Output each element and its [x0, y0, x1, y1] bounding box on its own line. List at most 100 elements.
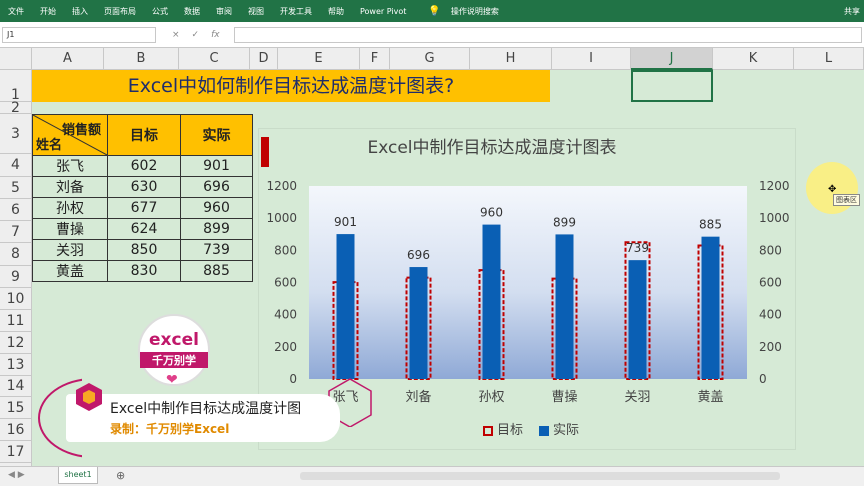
fx-icon[interactable]: fx	[211, 30, 220, 40]
x-category-label: 刘备	[405, 389, 431, 405]
column-header-e[interactable]: E	[278, 48, 360, 70]
add-sheet-icon[interactable]: ⊕	[116, 469, 125, 482]
sheet-nav-arrows-icon[interactable]: ◀ ▶	[8, 470, 25, 480]
cell-name[interactable]: 孙权	[32, 197, 108, 219]
cell-name[interactable]: 黄盖	[32, 260, 108, 282]
sheet-tab-sheet1[interactable]: sheet1	[58, 467, 98, 484]
watermark-banner: Excel中制作目标达成温度计图 录制：千万别学Excel	[66, 394, 340, 442]
data-label: 901	[334, 215, 357, 229]
y-tick-label: 0	[289, 372, 297, 386]
cell-target[interactable]: 630	[107, 176, 181, 198]
cell-actual[interactable]: 739	[180, 239, 253, 261]
ribbon-tab[interactable]: 审阅	[208, 6, 240, 17]
row-header-14[interactable]: 14	[0, 376, 32, 397]
row-header-4[interactable]: 4	[0, 154, 32, 177]
cell-target[interactable]: 850	[107, 239, 181, 261]
secondary-y-tick-label: 200	[759, 340, 782, 354]
row-header-17[interactable]: 17	[0, 441, 32, 463]
table-row: 关羽 850 739	[32, 239, 253, 261]
row-header-9[interactable]: 9	[0, 266, 32, 288]
column-header-j[interactable]: J	[631, 48, 713, 70]
ribbon-tab[interactable]: 帮助	[320, 6, 352, 17]
cell-actual[interactable]: 901	[180, 155, 253, 177]
table-row: 孙权 677 960	[32, 197, 253, 219]
column-header-c[interactable]: C	[179, 48, 250, 70]
column-header-f[interactable]: F	[360, 48, 390, 70]
row-header-2[interactable]: 2	[0, 101, 32, 115]
secondary-y-tick-label: 1000	[759, 211, 790, 225]
row-header-15[interactable]: 15	[0, 397, 32, 419]
diagonal-header-cell[interactable]: 销售额 姓名	[32, 114, 108, 156]
secondary-y-tick-label: 600	[759, 276, 782, 290]
ribbon-tab[interactable]: 视图	[240, 6, 272, 17]
row-header-10[interactable]: 10	[0, 288, 32, 310]
legend-target: 目标	[483, 419, 523, 438]
name-box[interactable]: J1	[2, 27, 156, 43]
share-button[interactable]: 共享	[836, 6, 864, 17]
lightbulb-icon[interactable]: 💡	[414, 6, 442, 17]
cell-target[interactable]: 602	[107, 155, 181, 177]
column-header-d[interactable]: D	[250, 48, 278, 70]
y-tick-label: 800	[274, 243, 297, 257]
sheet-bar: ◀ ▶ sheet1 ⊕	[0, 466, 864, 486]
select-all-corner[interactable]	[0, 48, 32, 70]
ribbon-tab[interactable]: 开始	[32, 6, 64, 17]
row-header-12[interactable]: 12	[0, 332, 32, 354]
chart-legend[interactable]: 目标 实际	[483, 419, 579, 438]
cell-actual[interactable]: 960	[180, 197, 253, 219]
column-header-g[interactable]: G	[390, 48, 470, 70]
formula-input[interactable]	[234, 27, 862, 43]
column-header-k[interactable]: K	[713, 48, 794, 70]
cancel-icon[interactable]: ×	[172, 30, 180, 40]
ribbon-tabs: 文件 开始 插入 页面布局 公式 数据 审阅 视图 开发工具 帮助 Power Pivot 💡 操作说明…	[0, 0, 864, 22]
row-header-13[interactable]: 13	[0, 354, 32, 376]
legend-actual-swatch	[539, 425, 550, 436]
column-header-b[interactable]: B	[104, 48, 179, 70]
row-header-6[interactable]: 6	[0, 199, 32, 221]
column-header-a[interactable]: A	[32, 48, 104, 70]
banner-title: Excel中制作目标达成温度计图	[110, 401, 302, 417]
row-header-16[interactable]: 16	[0, 419, 32, 441]
column-header-l[interactable]: L	[794, 48, 864, 70]
cell-target[interactable]: 624	[107, 218, 181, 240]
selected-cell-j1[interactable]	[631, 70, 713, 102]
cell-actual[interactable]: 899	[180, 218, 253, 240]
actual-bar	[336, 234, 355, 379]
row-header-1[interactable]: 1	[0, 70, 32, 103]
header-actual[interactable]: 实际	[180, 114, 253, 156]
cell-name[interactable]: 张飞	[32, 155, 108, 177]
cell-name[interactable]: 关羽	[32, 239, 108, 261]
ribbon-tab[interactable]: 页面布局	[96, 6, 144, 17]
row-header-7[interactable]: 7	[0, 221, 32, 243]
row-header-8[interactable]: 8	[0, 243, 32, 266]
cell-target[interactable]: 677	[107, 197, 181, 219]
sheet-title-cell[interactable]: Excel中如何制作目标达成温度计图表?	[32, 70, 550, 102]
column-header-i[interactable]: I	[552, 48, 631, 70]
ribbon-tab[interactable]: 公式	[144, 6, 176, 17]
tell-me-search[interactable]: 操作说明搜索	[443, 6, 507, 17]
ribbon-tab[interactable]: 插入	[64, 6, 96, 17]
row-header-11[interactable]: 11	[0, 310, 32, 332]
ribbon-tab[interactable]: 文件	[0, 6, 32, 17]
actual-bar	[555, 234, 574, 379]
ribbon-tab[interactable]: 数据	[176, 6, 208, 17]
row-header-3[interactable]: 3	[0, 114, 32, 154]
column-header-h[interactable]: H	[470, 48, 552, 70]
horizontal-scrollbar[interactable]	[300, 472, 780, 480]
cell-name[interactable]: 曹操	[32, 218, 108, 240]
secondary-y-tick-label: 800	[759, 243, 782, 257]
header-target[interactable]: 目标	[107, 114, 181, 156]
row-header-5[interactable]: 5	[0, 177, 32, 199]
x-category-label: 关羽	[624, 390, 650, 405]
data-table: 销售额 姓名 目标 实际 张飞 602 901 刘备 630 696 孙权 677 960 曹操 6…	[32, 114, 253, 282]
cell-actual[interactable]: 885	[180, 260, 253, 282]
enter-icon[interactable]: ✓	[192, 30, 200, 40]
cell-target[interactable]: 830	[107, 260, 181, 282]
ribbon-tab[interactable]: 开发工具	[272, 6, 320, 17]
table-row: 曹操 624 899	[32, 218, 253, 240]
ribbon-tab[interactable]: Power Pivot	[352, 7, 414, 16]
formula-buttons: × ✓ fx	[164, 27, 234, 43]
plot-area	[309, 186, 747, 379]
cell-name[interactable]: 刘备	[32, 176, 108, 198]
cell-actual[interactable]: 696	[180, 176, 253, 198]
